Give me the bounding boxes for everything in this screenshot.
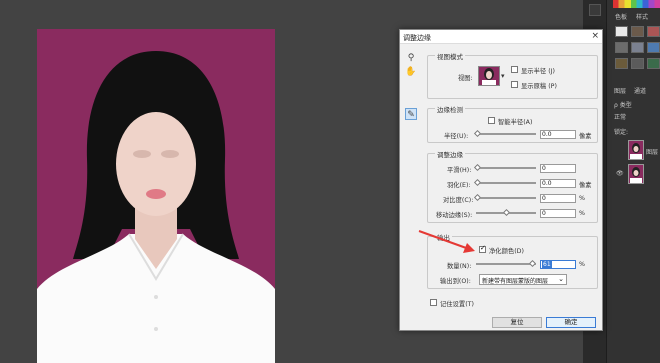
group-title: 调整边缘: [435, 149, 465, 159]
decontaminate-colors-label: 净化颜色(D): [489, 248, 524, 255]
view-mode-group: 视图模式 视图: ▾ 显示半径 (J) 显示原稿 (P): [427, 51, 598, 99]
contrast-slider[interactable]: [476, 197, 536, 199]
remember-settings-label: 记住设置(T): [440, 301, 474, 308]
chevron-down-icon: ⌄: [558, 275, 564, 283]
dialog-tools: ⚲ ✋: [405, 52, 417, 80]
radius-label: 半径(U):: [444, 133, 469, 140]
radius-slider-handle[interactable]: [473, 129, 482, 138]
layer-kind-filter[interactable]: ρ 类型: [614, 100, 632, 109]
annotation-arrow: [418, 230, 475, 253]
show-radius-label: 显示半径 (J): [521, 68, 555, 75]
smart-radius-checkbox[interactable]: [488, 117, 495, 124]
contrast-unit: %: [579, 195, 585, 202]
hand-icon[interactable]: ✋: [405, 66, 417, 78]
amount-label: 数量(N):: [447, 263, 472, 270]
view-label: 视图:: [458, 75, 473, 82]
layer-name[interactable]: 图层: [646, 147, 658, 156]
group-title: 边缘检测: [435, 104, 465, 114]
contrast-label: 对比度(C):: [443, 197, 474, 204]
close-icon[interactable]: ×: [591, 31, 599, 41]
feather-input[interactable]: 0.0: [540, 179, 576, 188]
panel-collapse-icon[interactable]: [589, 4, 601, 16]
shift-edge-label: 移动边缘(S):: [436, 212, 473, 219]
refine-edge-dialog: 调整边缘 × ⚲ ✋ ✎ 视图模式 视图: ▾ 显示半径 (J) 显示原稿 (P…: [399, 29, 603, 331]
dialog-title: 调整边缘: [400, 30, 602, 44]
feather-unit: 像素: [579, 182, 592, 189]
refine-brush-icon[interactable]: ✎: [405, 108, 417, 120]
adjust-edge-group: 调整边缘 平滑(H): 0 羽化(E): 0.0 像素 对比度(C): 0 % …: [427, 149, 598, 223]
decontaminate-colors-checkbox[interactable]: [479, 244, 486, 253]
style-thumbnails[interactable]: [612, 26, 660, 74]
show-radius-checkbox[interactable]: [511, 66, 518, 73]
remember-settings-checkbox[interactable]: [430, 299, 437, 306]
output-to-label: 输出到(O):: [440, 278, 471, 285]
output-to-value: 新建带有图层蒙版的图层: [482, 278, 549, 285]
contrast-slider-handle[interactable]: [473, 193, 482, 202]
edge-detection-group: 边缘检测 智能半径(A) 半径(U): 0.0 像素: [427, 104, 598, 143]
amount-unit: %: [579, 261, 585, 268]
radius-slider[interactable]: [476, 133, 536, 135]
ok-button[interactable]: 确定: [546, 317, 596, 328]
smooth-input[interactable]: 0: [540, 164, 576, 173]
radius-input[interactable]: 0.0: [540, 130, 576, 139]
lock-label: 锁定:: [614, 129, 629, 136]
reset-button[interactable]: 复位: [492, 317, 542, 328]
output-to-select[interactable]: 新建带有图层蒙版的图层 ⌄: [479, 274, 567, 285]
shift-edge-slider-handle[interactable]: [502, 208, 511, 217]
tab-styles[interactable]: 样式: [636, 12, 648, 21]
feather-slider-handle[interactable]: [473, 178, 482, 187]
feather-slider[interactable]: [476, 182, 536, 184]
tab-channels[interactable]: 通道: [634, 86, 646, 95]
tab-swatches[interactable]: 色板: [615, 12, 627, 21]
smart-radius-label: 智能半径(A): [498, 119, 533, 126]
chevron-down-icon[interactable]: ▾: [501, 72, 505, 80]
smooth-label: 平滑(H):: [447, 167, 472, 174]
zoom-icon[interactable]: ⚲: [405, 52, 417, 64]
shift-edge-unit: %: [579, 210, 585, 217]
tab-layers[interactable]: 图层: [614, 86, 626, 95]
amount-slider-handle[interactable]: [528, 259, 537, 268]
amount-slider[interactable]: [476, 263, 536, 265]
smooth-slider[interactable]: [476, 167, 536, 169]
eye-icon[interactable]: 👁: [616, 170, 624, 177]
group-title: 视图模式: [435, 51, 465, 61]
radius-unit: 像素: [579, 133, 592, 140]
show-original-label: 显示原稿 (P): [521, 83, 557, 90]
layer-thumbnail[interactable]: [628, 164, 644, 184]
show-original-checkbox[interactable]: [511, 81, 518, 88]
feather-label: 羽化(E):: [447, 182, 471, 189]
color-swatches[interactable]: [613, 0, 660, 8]
contrast-input[interactable]: 0: [540, 194, 576, 203]
layer-thumbnail[interactable]: [628, 140, 644, 160]
smooth-slider-handle[interactable]: [473, 163, 482, 172]
shift-edge-input[interactable]: 0: [540, 209, 576, 218]
document-photo: [37, 29, 275, 363]
amount-input[interactable]: 61: [540, 260, 576, 269]
view-thumbnail[interactable]: [478, 66, 500, 86]
blend-mode-select[interactable]: 正常: [614, 112, 626, 121]
